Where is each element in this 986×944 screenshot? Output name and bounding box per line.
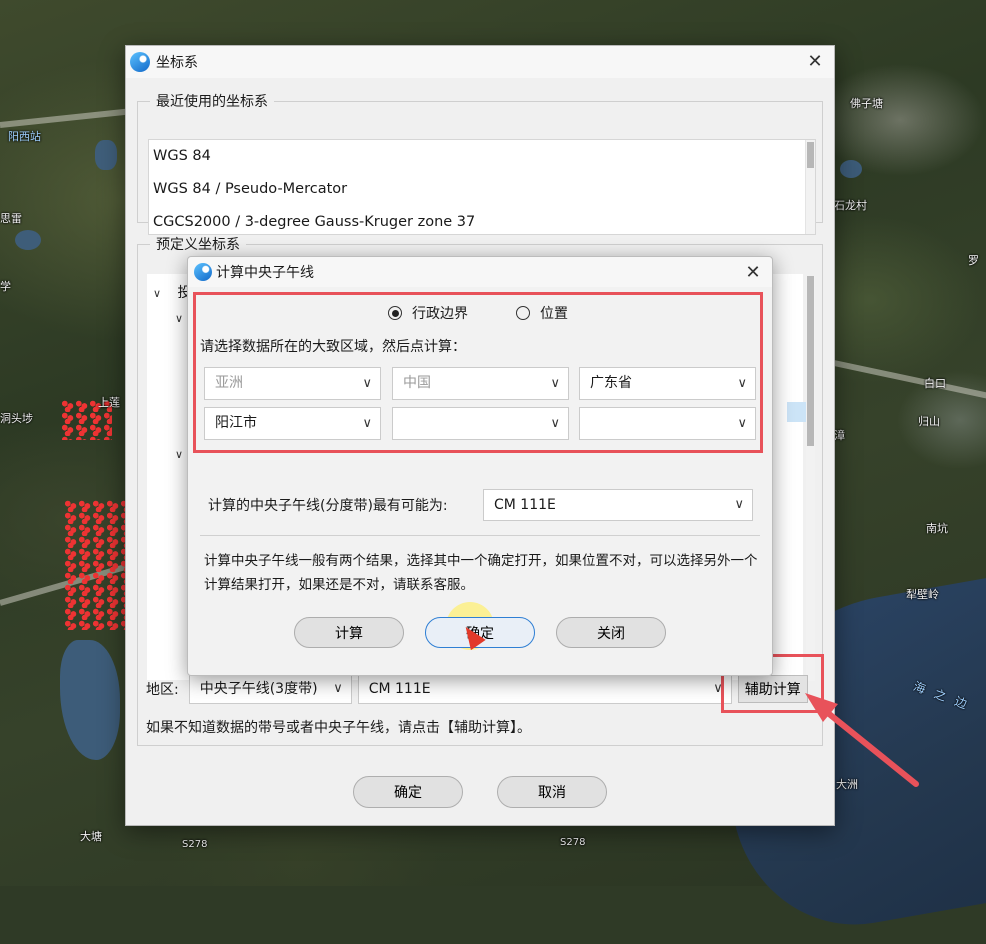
central-meridian-value: CM 111E bbox=[368, 681, 431, 697]
app-logo-icon bbox=[194, 263, 212, 281]
chevron-down-icon: ∨ bbox=[734, 497, 744, 512]
sub-titlebar[interactable]: 计算中央子午线 ✕ bbox=[188, 257, 772, 287]
chevron-down-icon: ∨ bbox=[333, 681, 343, 696]
zone-type-select[interactable]: 中央子午线(3度带) ∨ bbox=[188, 674, 352, 704]
chevron-down-icon: ∨ bbox=[737, 376, 747, 391]
recent-legend: 最近使用的坐标系 bbox=[156, 94, 268, 110]
map-label: 犁壁岭 bbox=[906, 588, 939, 601]
calc-result-select[interactable]: CM 111E ∨ bbox=[483, 489, 753, 521]
water-body bbox=[95, 140, 117, 170]
sub-dialog-title: 计算中央子午线 bbox=[216, 265, 314, 281]
cancel-button[interactable]: 取消 bbox=[497, 776, 607, 808]
ok-button[interactable]: 确定 bbox=[353, 776, 463, 808]
mode-radio-group: 行政边界 位置 bbox=[388, 303, 568, 323]
recent-item-pseudo-mercator[interactable]: WGS 84 / Pseudo-Mercator bbox=[149, 173, 815, 206]
map-label: 洞头埗 bbox=[0, 412, 33, 425]
map-label: 思雷 bbox=[0, 212, 22, 225]
map-label: 大塘 bbox=[80, 830, 102, 843]
chevron-down-icon: ∨ bbox=[362, 416, 372, 431]
recent-scrollbar[interactable] bbox=[805, 140, 815, 234]
city-select[interactable]: 阳江市 ∨ bbox=[204, 407, 381, 440]
map-label: 白口 bbox=[924, 377, 946, 390]
predef-legend: 预定义坐标系 bbox=[156, 237, 240, 253]
central-meridian-select[interactable]: CM 111E ∨ bbox=[357, 674, 732, 704]
map-label: 石龙村 bbox=[834, 199, 867, 212]
country-value: 中国 bbox=[403, 375, 431, 391]
chevron-down-icon: ∨ bbox=[737, 416, 747, 431]
close-icon[interactable]: ✕ bbox=[804, 51, 826, 73]
water-body bbox=[15, 230, 41, 250]
map-label: 归山 bbox=[918, 415, 940, 428]
chevron-down-icon[interactable]: ∨ bbox=[175, 448, 183, 461]
calc-button[interactable]: 计算 bbox=[294, 617, 404, 648]
recent-list: WGS 84 WGS 84 / Pseudo-Mercator CGCS2000… bbox=[148, 139, 816, 235]
map-label: 阳西站 bbox=[8, 130, 41, 143]
map-label: 罗 bbox=[968, 254, 979, 267]
calc-central-meridian-dialog: 计算中央子午线 ✕ 行政边界 位置 请选择数据所在的大致区域，然后点计算： 亚洲… bbox=[187, 256, 773, 676]
scroll-thumb[interactable] bbox=[807, 142, 814, 168]
map-label: 上莲 bbox=[98, 396, 120, 409]
close-icon[interactable]: ✕ bbox=[742, 262, 764, 284]
district-select[interactable]: ∨ bbox=[392, 407, 569, 440]
road bbox=[833, 360, 986, 400]
road-shield: S278 bbox=[560, 837, 586, 848]
region-label: 地区: bbox=[146, 682, 179, 698]
province-select[interactable]: 广东省 ∨ bbox=[579, 367, 756, 400]
chevron-down-icon[interactable]: ∨ bbox=[153, 287, 161, 300]
chevron-down-icon[interactable]: ∨ bbox=[175, 312, 183, 325]
divider bbox=[200, 535, 760, 536]
radio-position[interactable] bbox=[516, 306, 530, 320]
chevron-down-icon: ∨ bbox=[550, 416, 560, 431]
chevron-down-icon: ∨ bbox=[362, 376, 372, 391]
region-row: 地区: 中央子午线(3度带) ∨ CM 111E ∨ 辅助计算 bbox=[146, 674, 808, 704]
tree-node-child[interactable]: ∨ bbox=[175, 310, 183, 326]
map-label: 漳 bbox=[834, 429, 845, 442]
continent-select[interactable]: 亚洲 ∨ bbox=[204, 367, 381, 400]
continent-value: 亚洲 bbox=[215, 375, 243, 391]
sub-close-button[interactable]: 关闭 bbox=[556, 617, 666, 648]
zone-type-value: 中央子午线(3度带) bbox=[199, 681, 318, 697]
water-body bbox=[840, 160, 862, 178]
road bbox=[0, 107, 140, 128]
recent-item-wgs84[interactable]: WGS 84 bbox=[149, 140, 815, 173]
road-shield: S278 bbox=[182, 839, 208, 850]
water-body bbox=[60, 640, 120, 760]
predefined-scrollbar[interactable] bbox=[806, 276, 815, 681]
note-text: 计算中央子午线一般有两个结果，选择其中一个确定打开，如果位置不对，可以选择另外一… bbox=[204, 553, 758, 593]
radio-admin-label[interactable]: 行政边界 bbox=[412, 303, 468, 323]
recent-coordinate-systems-group: 最近使用的坐标系 WGS 84 WGS 84 / Pseudo-Mercator… bbox=[137, 91, 823, 235]
app-logo-icon bbox=[130, 52, 150, 72]
map-label: 大洲 bbox=[836, 778, 858, 791]
main-titlebar[interactable]: 坐标系 ✕ bbox=[126, 46, 834, 78]
radio-position-label[interactable]: 位置 bbox=[540, 303, 568, 323]
marker-cluster bbox=[65, 500, 125, 630]
chevron-down-icon: ∨ bbox=[550, 376, 560, 391]
calc-result-row: 计算的中央子午线(分度带)最有可能为: CM 111E ∨ bbox=[208, 489, 753, 521]
calc-result-label: 计算的中央子午线(分度带)最有可能为: bbox=[208, 498, 448, 514]
map-label: 学 bbox=[0, 280, 11, 293]
tree-node-projection[interactable]: ∨ 投 bbox=[153, 282, 192, 302]
scroll-thumb[interactable] bbox=[807, 276, 814, 446]
instruction-text: 请选择数据所在的大致区域，然后点计算： bbox=[200, 339, 466, 355]
map-label: 南坑 bbox=[926, 522, 948, 535]
radio-admin-boundary[interactable] bbox=[388, 306, 402, 320]
calc-result-value: CM 111E bbox=[494, 497, 556, 513]
province-value: 广东省 bbox=[590, 375, 632, 391]
tree-node-child[interactable]: ∨ bbox=[175, 446, 183, 462]
dialog-title: 坐标系 bbox=[156, 55, 198, 71]
hint-text: 如果不知道数据的带号或者中央子午线，请点击【辅助计算】。 bbox=[146, 720, 531, 736]
country-select[interactable]: 中国 ∨ bbox=[392, 367, 569, 400]
city-value: 阳江市 bbox=[215, 415, 257, 431]
town-select[interactable]: ∨ bbox=[579, 407, 756, 440]
map-label: 佛子塘 bbox=[850, 97, 883, 110]
